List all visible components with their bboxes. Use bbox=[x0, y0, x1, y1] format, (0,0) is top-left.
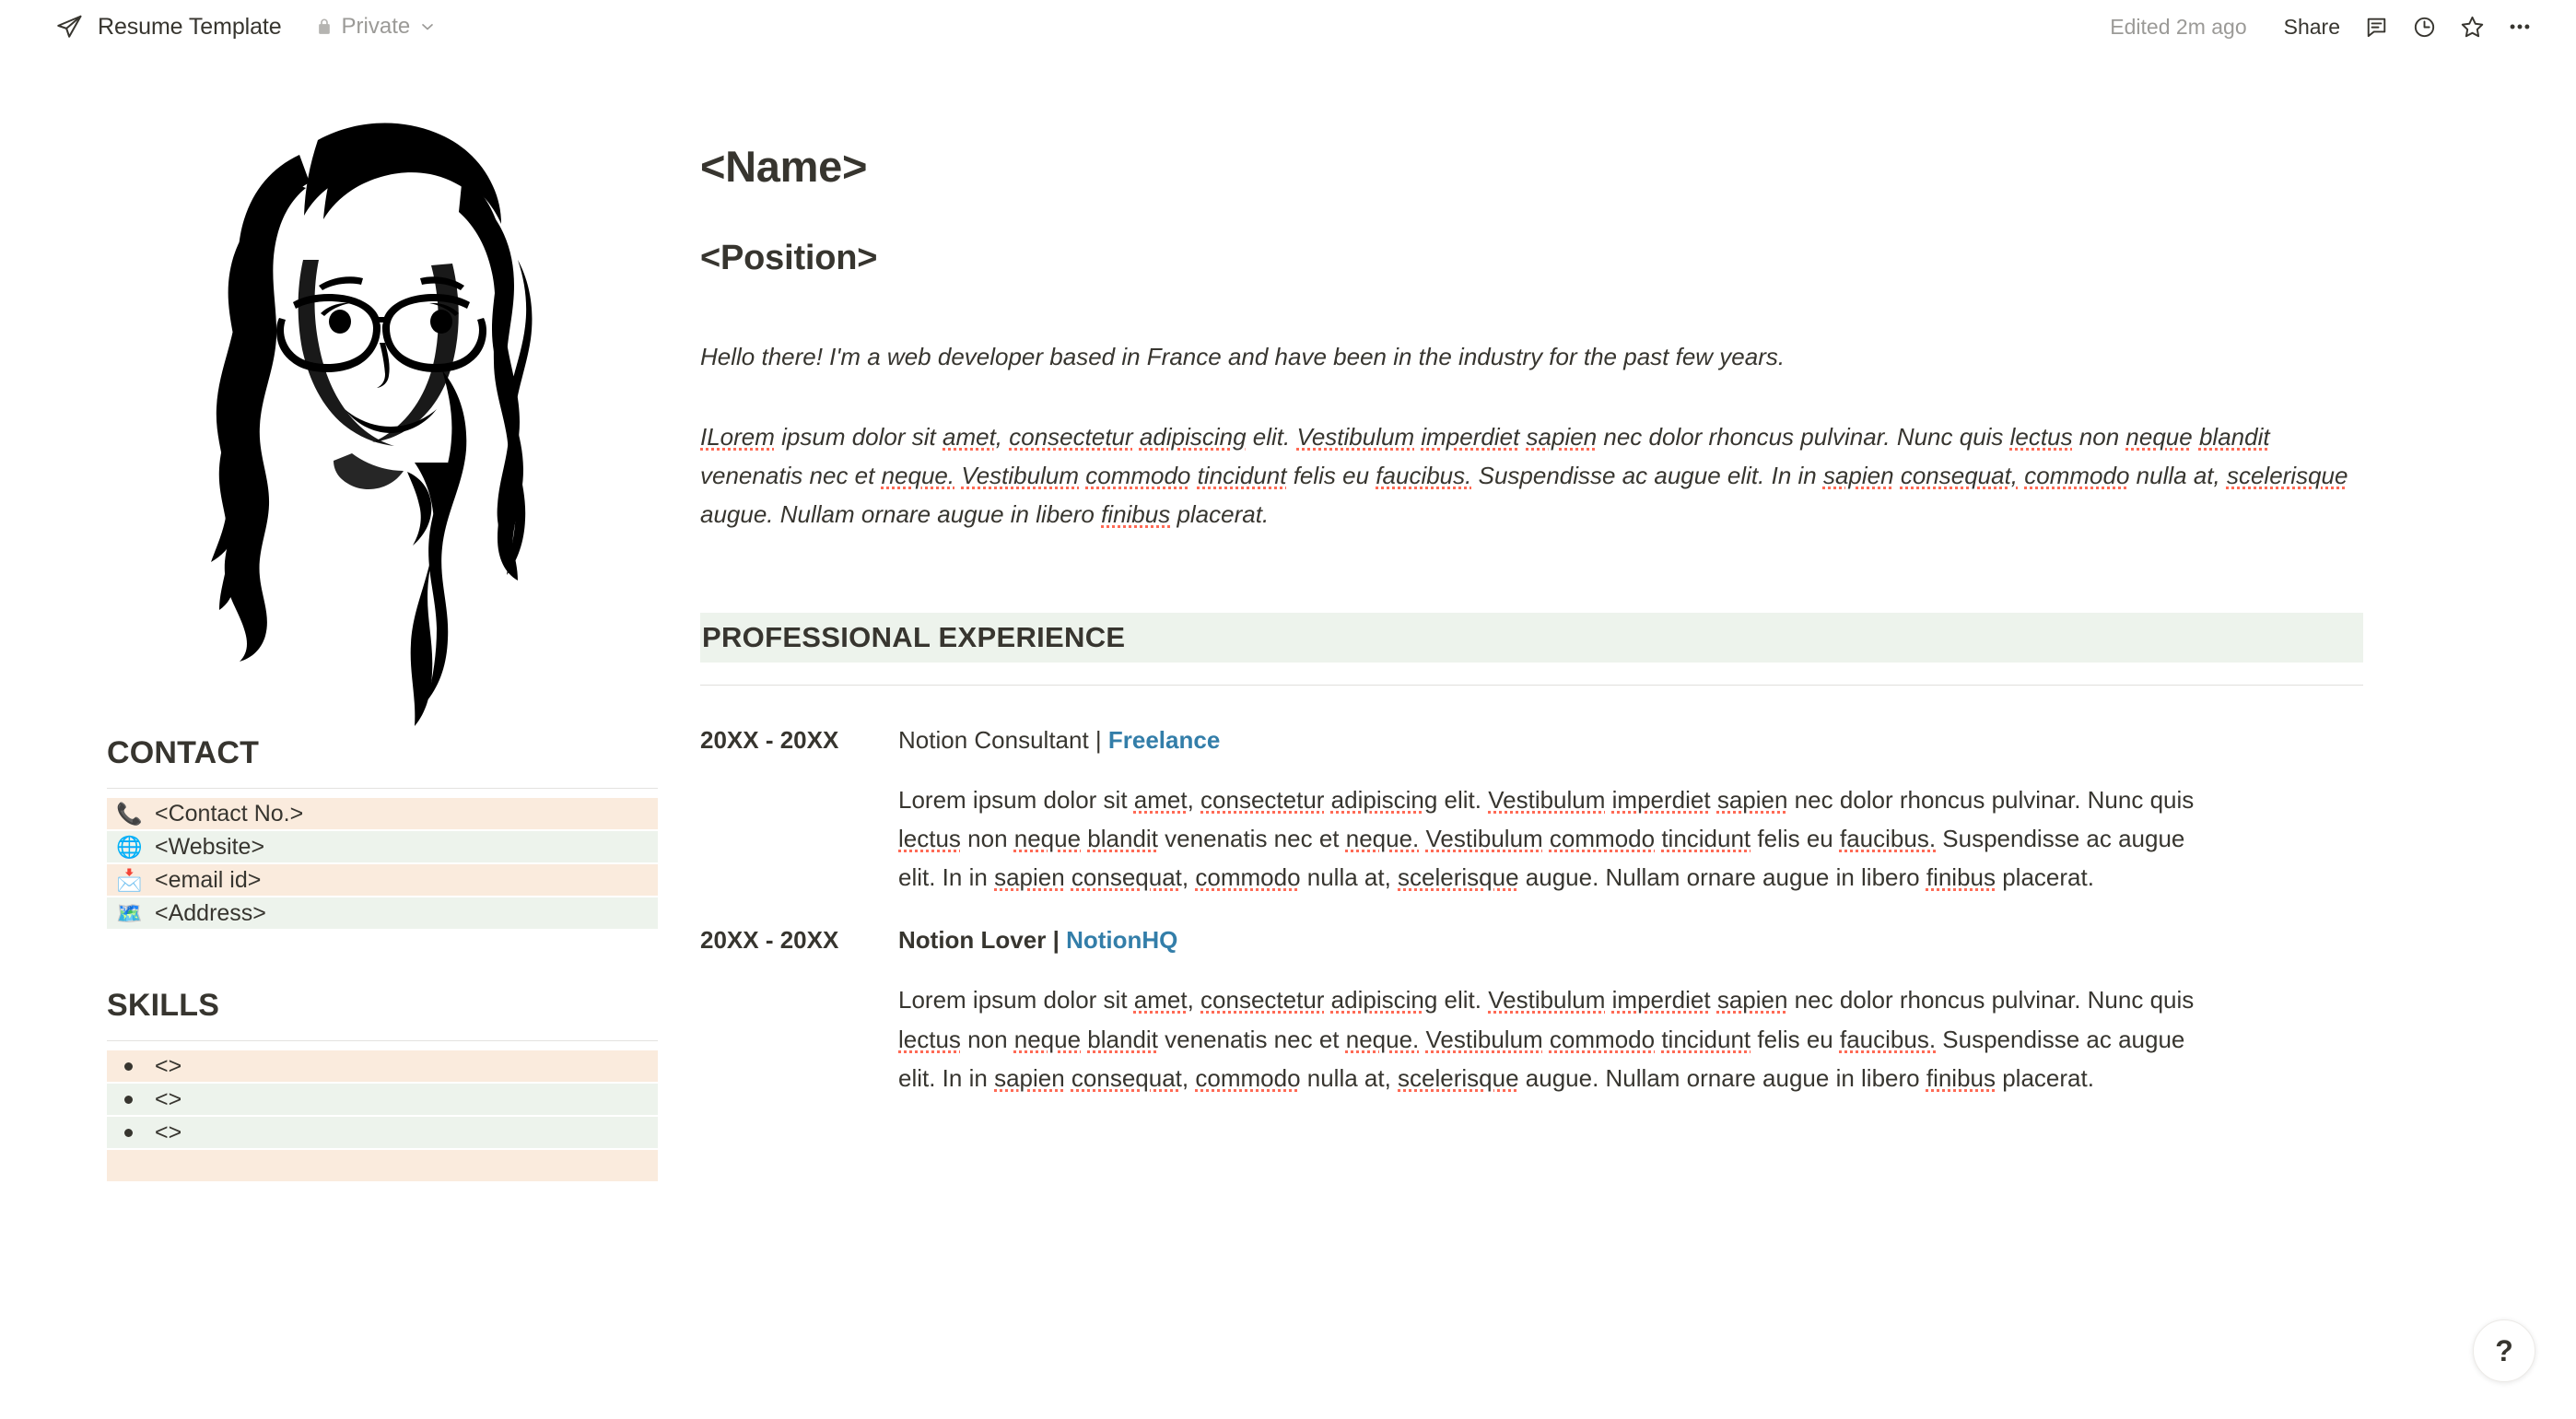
list-item[interactable]: <> bbox=[107, 1117, 658, 1148]
contact-divider bbox=[107, 788, 658, 789]
last-edited-label: Edited 2m ago bbox=[2110, 14, 2247, 39]
resume-main-column: <Name> <Position> Hello there! I'm a web… bbox=[700, 53, 2576, 1419]
page-content: CONTACT 📞 <Contact No.> 🌐 <Website> 📩 <e… bbox=[0, 53, 2576, 1419]
experience-entry: 20XX - 20XX Notion Lover | NotionHQ Lore… bbox=[700, 924, 2456, 1096]
experience-role-line: Notion Consultant | Freelance bbox=[898, 724, 2363, 756]
experience-separator: | bbox=[1088, 725, 1108, 754]
experience-dates: 20XX - 20XX bbox=[700, 926, 839, 955]
experience-body: Notion Consultant | Freelance Lorem ipsu… bbox=[898, 724, 2363, 897]
experience-role: Notion Lover bbox=[898, 926, 1047, 955]
email-icon: 📩 bbox=[116, 867, 143, 892]
experience-body: Notion Lover | NotionHQ Lorem ipsum dolo… bbox=[898, 924, 2363, 1096]
skills-divider bbox=[107, 1040, 658, 1041]
list-item[interactable]: 🗺️ <Address> bbox=[107, 897, 658, 929]
lock-icon bbox=[315, 17, 334, 37]
list-item[interactable] bbox=[107, 1150, 658, 1181]
portrait-illustration bbox=[129, 66, 608, 730]
map-icon: 🗺️ bbox=[116, 900, 143, 925]
contact-value: <Address> bbox=[155, 900, 266, 926]
paper-plane-icon bbox=[53, 11, 85, 42]
intro-line[interactable]: Hello there! I'm a web developer based i… bbox=[700, 339, 2456, 375]
skills-list: <> <> <> bbox=[107, 1050, 658, 1181]
star-icon[interactable] bbox=[2451, 6, 2493, 48]
contact-value: <email id> bbox=[155, 867, 262, 893]
clock-history-icon[interactable] bbox=[2403, 6, 2445, 48]
list-item[interactable]: <> bbox=[107, 1084, 658, 1115]
intro-paragraph[interactable]: ILorem ipsum dolor sit amet, consectetur… bbox=[700, 417, 2368, 534]
section-heading-band: PROFESSIONAL EXPERIENCE bbox=[700, 612, 2363, 663]
page-title[interactable]: Resume Template bbox=[98, 14, 282, 41]
resume-position-heading[interactable]: <Position> bbox=[700, 238, 2456, 280]
skills-heading: SKILLS bbox=[107, 988, 220, 1023]
contact-heading: CONTACT bbox=[107, 735, 260, 770]
skill-value: <> bbox=[155, 1086, 182, 1112]
privacy-selector[interactable]: Private bbox=[308, 10, 445, 43]
list-item[interactable]: 🌐 <Website> bbox=[107, 831, 658, 862]
top-bar: Resume Template Private Edited 2m ago Sh… bbox=[0, 0, 2576, 53]
phone-icon: 📞 bbox=[116, 801, 143, 826]
help-button[interactable]: ? bbox=[2473, 1319, 2535, 1382]
top-bar-left-group: Resume Template Private bbox=[53, 10, 444, 43]
resume-sidebar-column: CONTACT 📞 <Contact No.> 🌐 <Website> 📩 <e… bbox=[0, 53, 700, 1419]
globe-icon: 🌐 bbox=[116, 834, 143, 859]
experience-role: Notion Consultant bbox=[898, 725, 1089, 754]
section-divider bbox=[700, 684, 2363, 686]
list-item[interactable]: <> bbox=[107, 1050, 658, 1082]
top-bar-right-group: Edited 2m ago Share bbox=[2110, 6, 2541, 48]
experience-separator: | bbox=[1046, 926, 1067, 955]
chevron-down-icon bbox=[418, 18, 437, 36]
experience-description[interactable]: Lorem ipsum dolor sit amet, consectetur … bbox=[898, 980, 2225, 1096]
skill-value: <> bbox=[155, 1120, 182, 1145]
bullet-icon bbox=[116, 1129, 140, 1137]
experience-role-line: Notion Lover | NotionHQ bbox=[898, 924, 2363, 956]
section-title: PROFESSIONAL EXPERIENCE bbox=[702, 620, 1126, 653]
bullet-icon bbox=[116, 1062, 140, 1071]
list-item[interactable]: 📞 <Contact No.> bbox=[107, 798, 658, 829]
experience-company-link[interactable]: NotionHQ bbox=[1066, 926, 1177, 954]
experience-company-link[interactable]: Freelance bbox=[1108, 726, 1220, 754]
skill-value: <> bbox=[155, 1053, 182, 1079]
contact-list: 📞 <Contact No.> 🌐 <Website> 📩 <email id>… bbox=[107, 798, 658, 929]
experience-description[interactable]: Lorem ipsum dolor sit amet, consectetur … bbox=[898, 780, 2225, 897]
share-button[interactable]: Share bbox=[2275, 9, 2349, 45]
privacy-label: Private bbox=[341, 14, 411, 39]
bullet-icon bbox=[116, 1096, 140, 1104]
contact-value: <Contact No.> bbox=[155, 801, 304, 827]
comment-icon[interactable] bbox=[2355, 6, 2397, 48]
resume-name-heading[interactable]: <Name> bbox=[700, 142, 2456, 192]
list-item[interactable]: 📩 <email id> bbox=[107, 864, 658, 896]
experience-dates: 20XX - 20XX bbox=[700, 725, 839, 754]
more-horizontal-icon[interactable] bbox=[2499, 6, 2541, 48]
contact-value: <Website> bbox=[155, 834, 265, 860]
experience-entry: 20XX - 20XX Notion Consultant | Freelanc… bbox=[700, 724, 2456, 897]
